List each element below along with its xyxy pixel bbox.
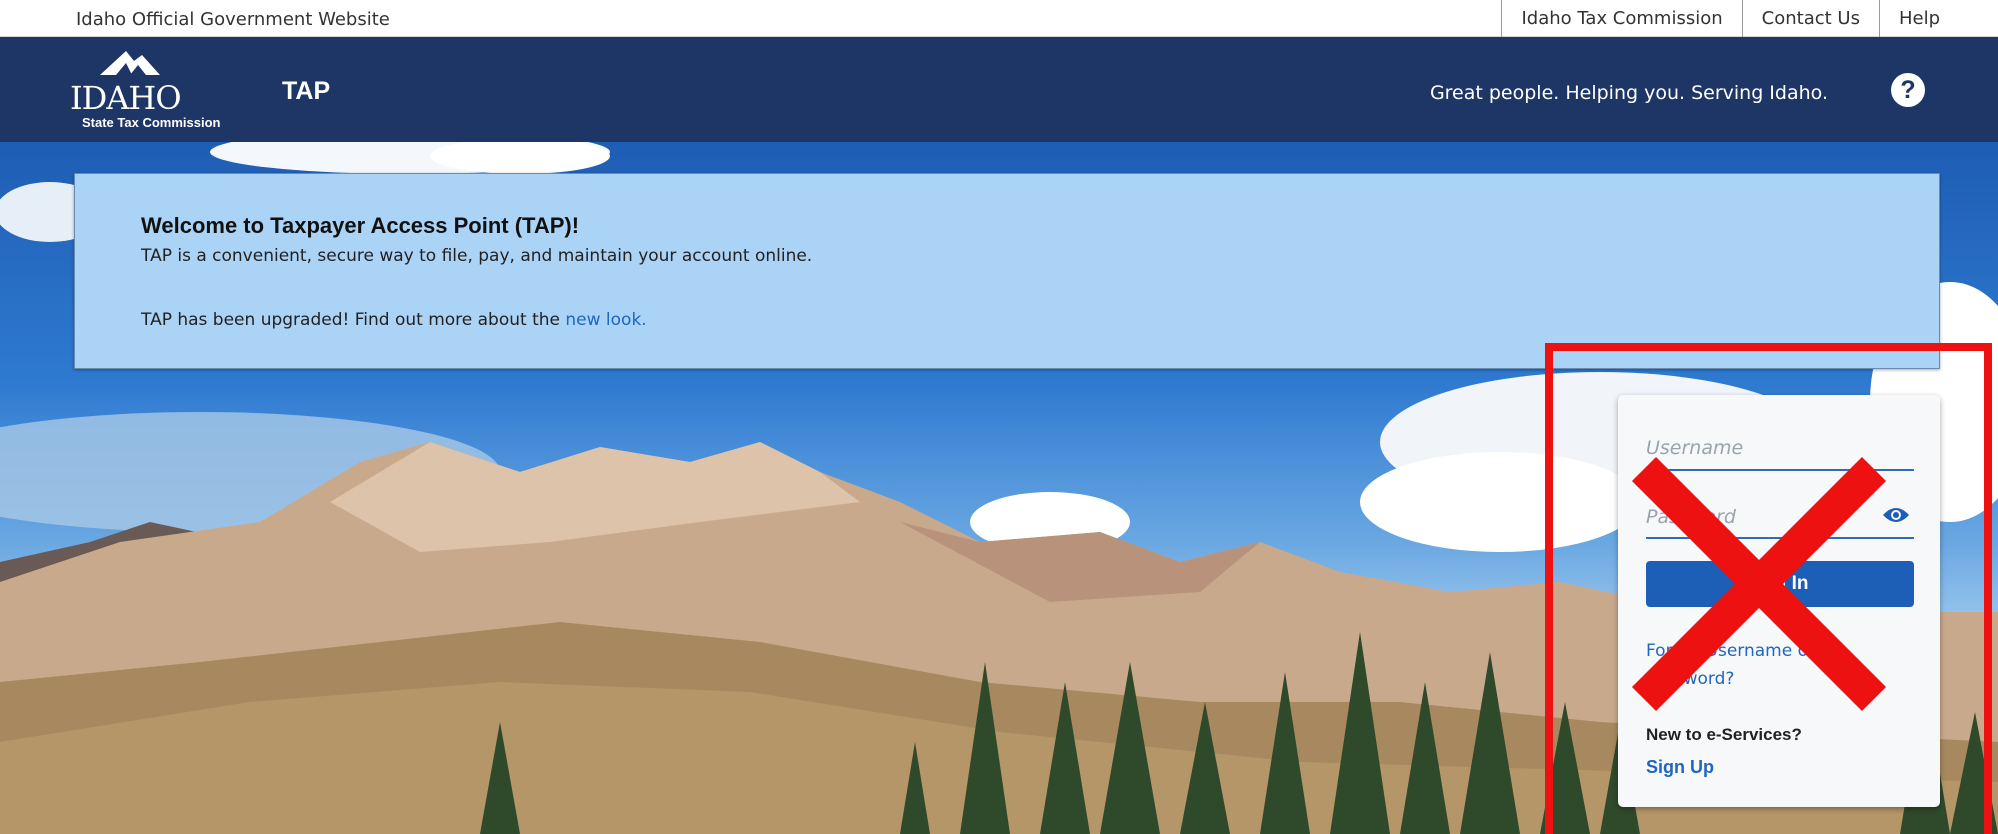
header-tagline: Great people. Helping you. Serving Idaho… bbox=[1429, 82, 1828, 104]
idaho-logo[interactable]: IDAHO State Tax Commission bbox=[70, 47, 260, 135]
utility-links: Idaho Tax Commission Contact Us Help bbox=[1501, 0, 1940, 37]
site-header: IDAHO State Tax Commission TAP Great peo… bbox=[0, 37, 1998, 142]
help-link[interactable]: Help bbox=[1878, 0, 1940, 37]
help-icon[interactable]: ? bbox=[1891, 73, 1925, 107]
eye-icon[interactable] bbox=[1882, 505, 1910, 525]
welcome-description: TAP is a convenient, secure way to file,… bbox=[141, 246, 813, 266]
username-input[interactable] bbox=[1646, 427, 1914, 471]
logo-subtitle: State Tax Commission bbox=[82, 115, 221, 130]
idaho-tax-commission-link[interactable]: Idaho Tax Commission bbox=[1501, 0, 1741, 37]
login-card: Log In Forgot Username or Password? New … bbox=[1618, 395, 1940, 807]
mountain-logo-icon bbox=[100, 51, 160, 75]
upgrade-notice: TAP has been upgraded! Find out more abo… bbox=[141, 310, 647, 330]
password-underline bbox=[1646, 537, 1914, 539]
welcome-title: Welcome to Taxpayer Access Point (TAP)! bbox=[141, 213, 580, 238]
upgrade-notice-text: TAP has been upgraded! Find out more abo… bbox=[141, 310, 566, 330]
welcome-banner: Welcome to Taxpayer Access Point (TAP)! … bbox=[74, 173, 1940, 369]
new-to-eservices-label: New to e-Services? bbox=[1646, 725, 1802, 744]
official-site-label: Idaho Official Government Website bbox=[76, 9, 390, 30]
password-input[interactable] bbox=[1646, 495, 1876, 539]
logo-wordmark: IDAHO bbox=[70, 79, 182, 117]
new-look-link[interactable]: new look. bbox=[565, 310, 646, 330]
login-button[interactable]: Log In bbox=[1646, 561, 1914, 607]
app-name: TAP bbox=[282, 77, 331, 105]
contact-us-link[interactable]: Contact Us bbox=[1741, 0, 1879, 37]
utility-bar: Idaho Official Government Website Idaho … bbox=[0, 0, 1998, 37]
forgot-credentials-link[interactable]: Forgot Username or Password? bbox=[1646, 637, 1846, 693]
sign-up-link[interactable]: Sign Up bbox=[1646, 757, 1714, 778]
